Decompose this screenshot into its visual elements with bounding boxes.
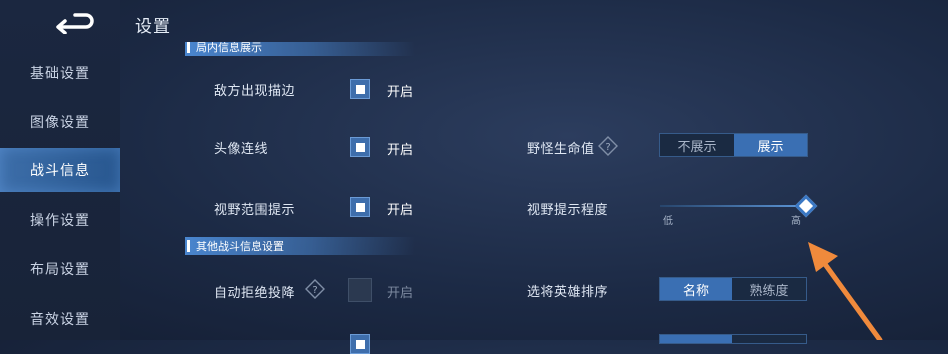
check-mark-icon	[355, 84, 365, 94]
help-icon[interactable]: ?	[598, 136, 618, 156]
annotation-arrow-icon	[808, 242, 883, 340]
check-mark-icon	[355, 142, 365, 152]
enemy-outline-label: 敌方出现描边	[214, 84, 296, 99]
sidebar-item-controls[interactable]: 操作设置	[0, 198, 120, 242]
sidebar-item-battle-info[interactable]: 战斗信息	[0, 148, 120, 192]
view-range-state: 开启	[387, 203, 414, 218]
view-hint-level-label: 视野提示程度	[527, 203, 609, 218]
avatar-link-checkbox[interactable]	[350, 137, 370, 157]
back-arrow-icon	[56, 13, 94, 34]
monster-hp-option-hide[interactable]: 不展示	[660, 134, 734, 156]
hero-sort-toggle: 名称 熟练度	[659, 277, 807, 301]
enemy-outline-checkbox[interactable]	[350, 79, 370, 99]
next-row-checkbox[interactable]	[350, 334, 370, 354]
enemy-outline-state: 开启	[387, 85, 414, 100]
view-range-label: 视野范围提示	[214, 203, 296, 218]
monster-hp-label: 野怪生命值	[527, 142, 595, 157]
view-hint-slider-track[interactable]	[660, 205, 805, 207]
sidebar-item-sound[interactable]: 音效设置	[0, 297, 120, 341]
avatar-link-label: 头像连线	[214, 142, 269, 157]
next-row-option[interactable]	[660, 335, 732, 343]
sidebar-item-basic[interactable]: 基础设置	[0, 51, 120, 95]
section-title: 局内信息展示	[196, 41, 262, 54]
section-header-battle-display: 局内信息展示	[185, 41, 415, 56]
auto-reject-surrender-checkbox[interactable]	[348, 278, 372, 302]
hero-sort-option-proficiency[interactable]: 熟练度	[732, 278, 806, 300]
svg-text:?: ?	[312, 285, 317, 296]
help-icon[interactable]: ?	[305, 279, 325, 299]
monster-hp-option-show[interactable]: 展示	[734, 134, 807, 156]
hero-sort-label: 选将英雄排序	[527, 285, 609, 300]
slider-max-label: 高	[791, 216, 801, 227]
back-button[interactable]	[50, 8, 100, 36]
slider-min-label: 低	[663, 216, 673, 227]
auto-reject-surrender-label: 自动拒绝投降	[214, 286, 296, 301]
section-title: 其他战斗信息设置	[196, 240, 284, 253]
monster-hp-toggle: 不展示 展示	[659, 133, 808, 157]
page-title: 设置	[135, 17, 171, 37]
sidebar-item-graphics[interactable]: 图像设置	[0, 100, 120, 144]
hero-sort-option-name[interactable]: 名称	[660, 278, 732, 300]
svg-text:?: ?	[605, 142, 610, 153]
check-mark-icon	[355, 202, 365, 212]
auto-reject-surrender-state: 开启	[387, 286, 414, 301]
sidebar-item-layout[interactable]: 布局设置	[0, 247, 120, 291]
next-row-toggle	[659, 334, 807, 344]
avatar-link-state: 开启	[387, 143, 414, 158]
section-header-other-battle: 其他战斗信息设置	[185, 237, 415, 255]
next-row-option[interactable]	[732, 335, 806, 343]
check-mark-icon	[355, 339, 365, 349]
sidebar: 基础设置 图像设置 战斗信息 操作设置 布局设置 音效设置	[0, 0, 120, 340]
view-range-checkbox[interactable]	[350, 197, 370, 217]
